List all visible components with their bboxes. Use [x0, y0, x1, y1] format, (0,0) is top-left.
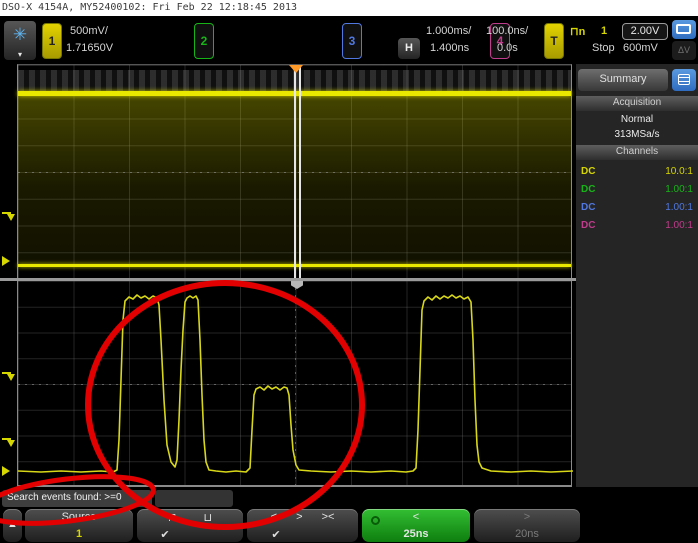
channel-3-button[interactable]: 3: [342, 23, 362, 59]
header-bar: ✳ ▾ 1 500mV/ 1.71650V 2 3 4 H 1.000ms/ 1…: [0, 16, 698, 63]
trigger-button[interactable]: T: [544, 23, 564, 59]
zoom-timebase: 100.0ns/: [486, 25, 528, 37]
acquisition-mode: Normal: [576, 113, 698, 127]
trigger-level-marker-main[interactable]: [2, 212, 16, 224]
probe-ratio: 10.0:1: [665, 163, 693, 180]
less-than-icon: <: [271, 511, 277, 523]
zoom-window-button[interactable]: [672, 20, 696, 39]
trigger-level-secondary: 600mV: [623, 42, 658, 54]
greater-than-icon: >: [296, 511, 302, 523]
softkey-max-time[interactable]: > 20ns: [474, 509, 580, 542]
less-than-icon: <: [362, 511, 470, 523]
softkey-label: Source: [25, 511, 133, 523]
oscilloscope-screenshot: DSO-X 4154A, MY52400102: Fri Feb 22 12:1…: [0, 0, 698, 543]
probe-ratio: 1.00:1: [665, 181, 693, 198]
softkey-value: 1: [25, 528, 133, 540]
logo-icon: ✳: [4, 21, 36, 49]
window-title: DSO-X 4154A, MY52400102: Fri Feb 22 12:1…: [0, 0, 698, 16]
channels-header: Channels: [576, 145, 698, 160]
check-icon: ✔: [271, 528, 280, 541]
channel-1-button[interactable]: 1: [42, 23, 62, 59]
sample-rate: 313MSa/s: [576, 128, 698, 142]
zoom-window-left-edge[interactable]: [294, 65, 296, 278]
channel-row-1: DC 10.0:1: [576, 163, 698, 180]
search-events-status: Search events found: >=0: [2, 490, 152, 507]
status-bar-extension: [155, 490, 233, 507]
horizontal-button[interactable]: H: [398, 38, 420, 59]
channel-row-3: DC 1.00:1: [576, 199, 698, 216]
trigger-level-marker-zoom[interactable]: [2, 372, 16, 384]
tab-summary[interactable]: Summary: [578, 69, 668, 91]
softkey-polarity[interactable]: ⊓ ⊔ ✔: [137, 509, 243, 542]
channel1-ground-marker-zoom[interactable]: [2, 466, 10, 476]
softkey-back-button[interactable]: ▲: [3, 509, 22, 542]
channel1-waveform: [18, 281, 573, 487]
channel-row-4: DC 1.00:1: [576, 217, 698, 234]
zoom-rect-icon: [676, 24, 691, 34]
negative-pulse-icon: ⊔: [204, 511, 213, 524]
coupling: DC: [581, 163, 595, 180]
up-arrow-icon: ▲: [3, 518, 22, 530]
acquisition-header: Acquisition: [576, 96, 698, 111]
softkey-min-time[interactable]: < 25ns: [362, 509, 470, 542]
zoom-delay: 1.400ns: [430, 42, 469, 54]
softkey-value: 25ns: [362, 528, 470, 540]
channel1-ground-marker-main[interactable]: [2, 256, 10, 266]
zoom-window-right-edge[interactable]: [299, 65, 301, 278]
zoom-timebase-pane: [17, 281, 572, 487]
summary-panel: Summary Acquisition Normal 313MSa/s Chan…: [576, 64, 698, 487]
positive-pulse-icon: ⊓: [168, 511, 177, 524]
softkey-qualifier[interactable]: < > >< ✔: [247, 509, 358, 542]
range-icon: ><: [322, 511, 335, 523]
coupling: DC: [581, 199, 595, 216]
probe-ratio: 1.00:1: [665, 217, 693, 234]
system-menu-button[interactable]: ✳ ▾: [4, 21, 36, 60]
run-status: Stop: [592, 42, 615, 54]
probe-ratio: 1.00:1: [665, 199, 693, 216]
cursors-button[interactable]: ΔV: [672, 41, 696, 60]
softkey-source[interactable]: Source 1: [25, 509, 133, 542]
channel-1-offset: 1.71650V: [66, 42, 113, 54]
channel-1-scale: 500mV/: [70, 25, 108, 37]
chevron-down-icon: ▾: [4, 51, 36, 59]
panel-menu-button[interactable]: [672, 69, 696, 91]
softkey-bar: ▲ Source 1 ⊓ ⊔ ✔ < > >< ✔: [0, 508, 698, 543]
softkey-value: 20ns: [474, 528, 580, 540]
zoom-position-marker[interactable]: [289, 65, 303, 73]
channel-row-2: DC 1.00:1: [576, 181, 698, 198]
main-timebase: 1.000ms/: [426, 25, 471, 37]
trigger-level-box[interactable]: 2.00V: [622, 23, 668, 40]
scope-screen: ✳ ▾ 1 500mV/ 1.71650V 2 3 4 H 1.000ms/ 1…: [0, 16, 698, 543]
main-delay: 0.0s: [497, 42, 518, 54]
search-threshold-marker[interactable]: [2, 438, 16, 450]
coupling: DC: [581, 181, 595, 198]
main-timebase-pane: [17, 64, 572, 278]
channel-2-button[interactable]: 2: [194, 23, 214, 59]
check-icon: ✔: [160, 528, 169, 541]
trigger-source: 1: [601, 25, 607, 37]
trigger-mode-icon: ⊓n: [570, 25, 585, 38]
greater-than-icon: >: [474, 511, 580, 523]
list-icon: [678, 74, 690, 85]
coupling: DC: [581, 217, 595, 234]
